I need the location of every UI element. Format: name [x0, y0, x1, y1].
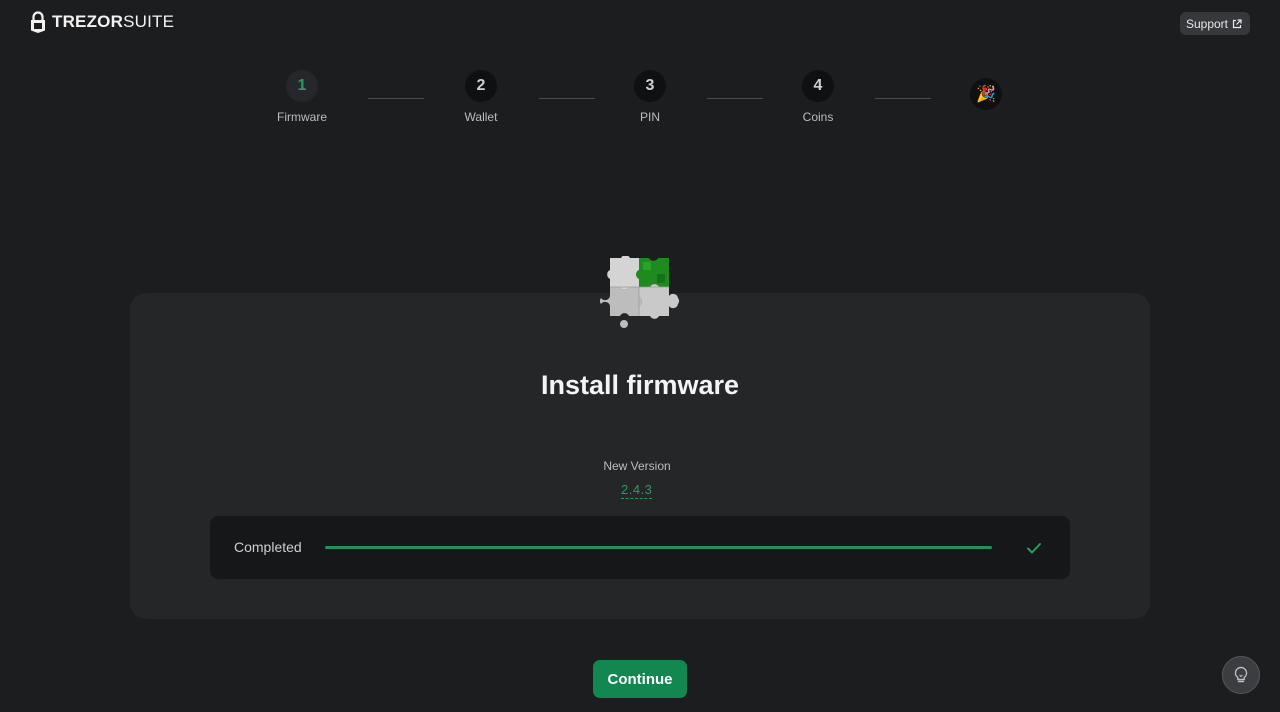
step-number: 4 [802, 70, 834, 102]
trezor-suite-logo: TREZORSUITE [30, 10, 174, 34]
checkmark-icon [1027, 543, 1041, 554]
step-connector [707, 98, 763, 99]
tips-button[interactable] [1222, 656, 1260, 694]
step-connector [875, 98, 931, 99]
logo-text-bold: TREZOR [52, 12, 124, 31]
step-label: PIN [639, 110, 660, 124]
step-final[interactable]: 🎉 [970, 78, 1002, 110]
lightbulb-icon [1234, 666, 1248, 683]
step-connector [368, 98, 424, 99]
version-value[interactable]: 2.4.3 [621, 482, 653, 499]
step-number: 2 [465, 70, 497, 102]
app-window: TREZORSUITE Support 1 Firmware 2 Wallet … [0, 0, 1280, 712]
step-connector [539, 98, 595, 99]
step-coins[interactable]: 4 Coins [773, 70, 863, 124]
step-pin[interactable]: 3 PIN [605, 70, 695, 124]
lock-icon [31, 11, 45, 33]
continue-button[interactable]: Continue [593, 660, 687, 698]
step-number: 3 [634, 70, 666, 102]
puzzle-icon [600, 256, 679, 328]
step-wallet[interactable]: 2 Wallet [436, 70, 526, 124]
progress-status-label: Completed [234, 539, 302, 555]
new-version-label: New Version [603, 459, 671, 473]
party-popper-icon: 🎉 [976, 86, 996, 103]
step-label: Firmware [277, 110, 327, 124]
step-firmware[interactable]: 1 Firmware [257, 70, 347, 124]
step-label: Coins [802, 110, 834, 124]
support-button[interactable]: Support [1179, 12, 1250, 35]
progress-bar [325, 546, 992, 549]
logo-text: TREZORSUITE [52, 12, 174, 32]
onboarding-stepper: 1 Firmware 2 Wallet 3 PIN 4 Coins 🎉 [0, 70, 1280, 140]
support-label: Support [1185, 16, 1228, 31]
external-link-icon [1232, 18, 1242, 28]
install-progress: Completed [210, 516, 1070, 579]
page-title: Install firmware [540, 370, 740, 400]
logo-text-light: SUITE [123, 12, 175, 31]
step-number: 1 [286, 70, 318, 102]
progress-bar-fill [325, 546, 992, 549]
step-label: Wallet [464, 110, 498, 124]
